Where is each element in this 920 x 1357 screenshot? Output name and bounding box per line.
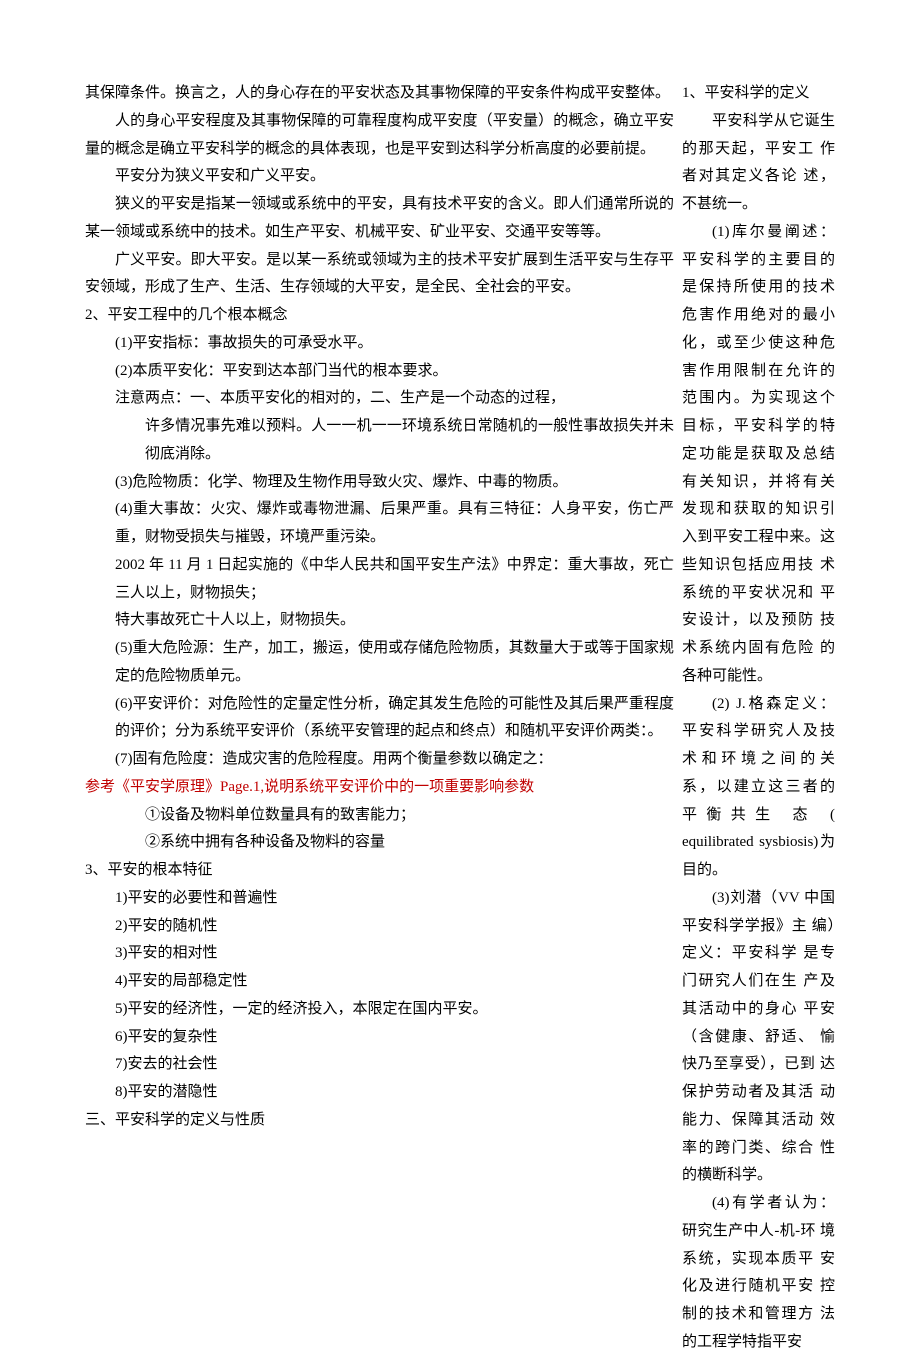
document-body: 1、平安科学的定义 平安科学从它诞生的那天起，平安工 作者对其定义各论 述，不甚… [85, 80, 835, 1135]
right-para-1: 平安科学从它诞生的那天起，平安工 作者对其定义各论 述，不甚统一。 [682, 108, 835, 219]
right-para-5: (4)有学者认为： 研究生产中人-机-环 境系统，实现本质平 安化及进行随机平安… [682, 1190, 835, 1357]
right-para-2: (1)库尔曼阐述： 平安科学的主要目的 是保持所使用的技术 危害作用绝对的最小 … [682, 219, 835, 691]
right-para-4: (3)刘潜（VV 中国 平安科学学报》主 编）定义：平安科学 是专门研究人们在生… [682, 885, 835, 1190]
right-para-3: (2) J.格森定义： 平安科学研究人及技 术和环境之间的关 系，以建立这三者的… [682, 691, 835, 885]
right-heading-1: 1、平安科学的定义 [682, 80, 835, 108]
right-column: 1、平安科学的定义 平安科学从它诞生的那天起，平安工 作者对其定义各论 述，不甚… [682, 80, 835, 1357]
